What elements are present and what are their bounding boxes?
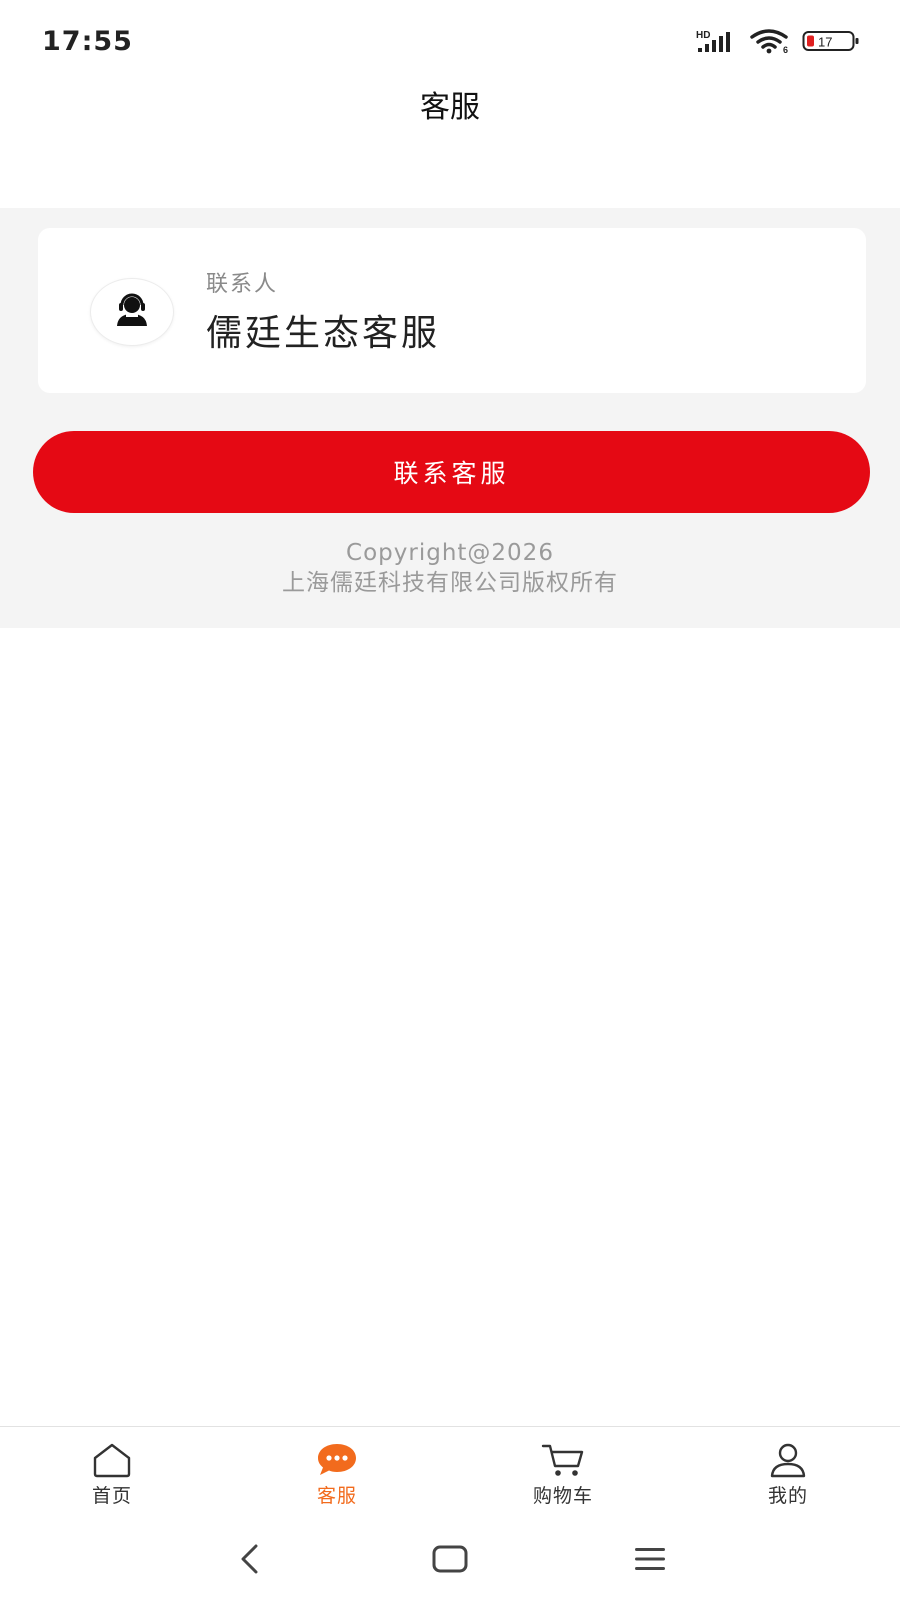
page-title: 客服 bbox=[420, 90, 480, 125]
status-icons: HD 6 17 bbox=[696, 28, 860, 54]
copyright: Copyright@2026 上海儒廷科技有限公司版权所有 bbox=[0, 538, 900, 598]
customer-service-page: 17:55 HD 6 17 客服 联系人 儒廷生态客服 联系客服 Copyrig… bbox=[0, 0, 900, 1600]
cart-icon bbox=[541, 1444, 584, 1476]
home-button[interactable] bbox=[425, 1536, 475, 1582]
contact-label: 联系人 bbox=[206, 272, 279, 297]
system-nav-bar bbox=[0, 1518, 900, 1600]
battery-level: 17 bbox=[818, 35, 832, 50]
signal-icon: HD bbox=[696, 28, 740, 54]
bottom-tab-bar: 首页 客服 购物车 我的 bbox=[0, 1426, 900, 1519]
contact-name: 儒廷生态客服 bbox=[206, 313, 441, 354]
copyright-line: Copyright@2026 bbox=[346, 540, 554, 566]
menu-button[interactable] bbox=[625, 1536, 675, 1582]
contact-service-button[interactable]: 联系客服 bbox=[33, 431, 870, 513]
tab-label: 我的 bbox=[767, 1485, 808, 1507]
battery-icon: 17 bbox=[802, 29, 860, 53]
home-square-icon bbox=[432, 1545, 468, 1573]
customer-service-agent-icon bbox=[112, 293, 152, 331]
avatar bbox=[90, 278, 174, 346]
network-label: HD bbox=[696, 30, 710, 41]
status-bar: 17:55 HD 6 17 bbox=[0, 0, 900, 80]
profile-icon bbox=[770, 1443, 806, 1478]
copyright-company: 上海儒廷科技有限公司版权所有 bbox=[282, 570, 618, 596]
menu-icon bbox=[635, 1548, 665, 1570]
content-area: 联系人 儒廷生态客服 联系客服 Copyright@2026 上海儒廷科技有限公… bbox=[0, 208, 900, 628]
tab-cart[interactable]: 购物车 bbox=[503, 1441, 623, 1517]
contact-card[interactable]: 联系人 儒廷生态客服 bbox=[38, 228, 866, 393]
tab-label: 首页 bbox=[91, 1485, 132, 1507]
chat-bubble-icon bbox=[318, 1444, 356, 1475]
tab-home[interactable]: 首页 bbox=[52, 1441, 172, 1517]
wifi-icon: 6 bbox=[750, 28, 792, 54]
tab-label: 客服 bbox=[316, 1485, 357, 1507]
back-button[interactable] bbox=[225, 1536, 275, 1582]
tab-label: 购物车 bbox=[532, 1485, 593, 1507]
tab-profile[interactable]: 我的 bbox=[728, 1441, 848, 1517]
tab-customer-service[interactable]: 客服 bbox=[277, 1441, 397, 1517]
wifi-label: 6 bbox=[783, 45, 788, 54]
home-icon bbox=[93, 1443, 131, 1478]
status-time: 17:55 bbox=[42, 26, 133, 57]
back-icon bbox=[241, 1544, 258, 1574]
